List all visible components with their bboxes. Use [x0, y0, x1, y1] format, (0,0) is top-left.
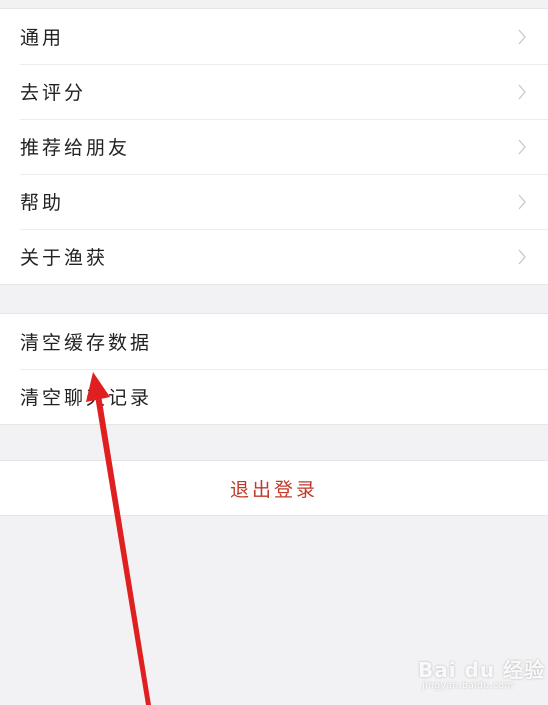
- logout-button[interactable]: 退出登录: [0, 461, 548, 515]
- chevron-right-icon: [518, 139, 526, 155]
- settings-item-label: 帮助: [20, 192, 65, 214]
- settings-item-label: 推荐给朋友: [20, 137, 131, 159]
- baidu-jingyan-watermark: Bai du 经验 jingyan.baidu.com: [418, 654, 546, 691]
- settings-item-about[interactable]: 关于渔获: [0, 229, 548, 284]
- settings-item-recommend[interactable]: 推荐给朋友: [0, 119, 548, 174]
- clear-cache-item[interactable]: 清空缓存数据: [0, 314, 548, 369]
- settings-item-label: 关于渔获: [20, 247, 109, 269]
- settings-item-label: 去评分: [20, 82, 87, 104]
- watermark-url: jingyan.baidu.com: [422, 681, 514, 691]
- settings-item-rate[interactable]: 去评分: [0, 64, 548, 119]
- chevron-right-icon: [518, 194, 526, 210]
- logout-label: 退出登录: [229, 478, 318, 501]
- settings-item-general[interactable]: 通用: [0, 9, 548, 64]
- data-group: 清空缓存数据 清空聊天记录: [0, 313, 548, 425]
- clear-chat-history-item[interactable]: 清空聊天记录: [0, 369, 548, 424]
- settings-item-label: 通用: [20, 27, 65, 49]
- clear-chat-history-label: 清空聊天记录: [20, 387, 153, 409]
- chevron-right-icon: [518, 249, 526, 265]
- chevron-right-icon: [518, 84, 526, 100]
- chevron-right-icon: [518, 29, 526, 45]
- logout-group: 退出登录: [0, 460, 548, 516]
- watermark-logo-text: Bai du 经验: [418, 658, 546, 682]
- settings-group: 通用 去评分 推荐给朋友 帮助 关于渔获: [0, 8, 548, 285]
- settings-item-help[interactable]: 帮助: [0, 174, 548, 229]
- top-spacer: [0, 0, 548, 8]
- clear-cache-label: 清空缓存数据: [20, 332, 153, 354]
